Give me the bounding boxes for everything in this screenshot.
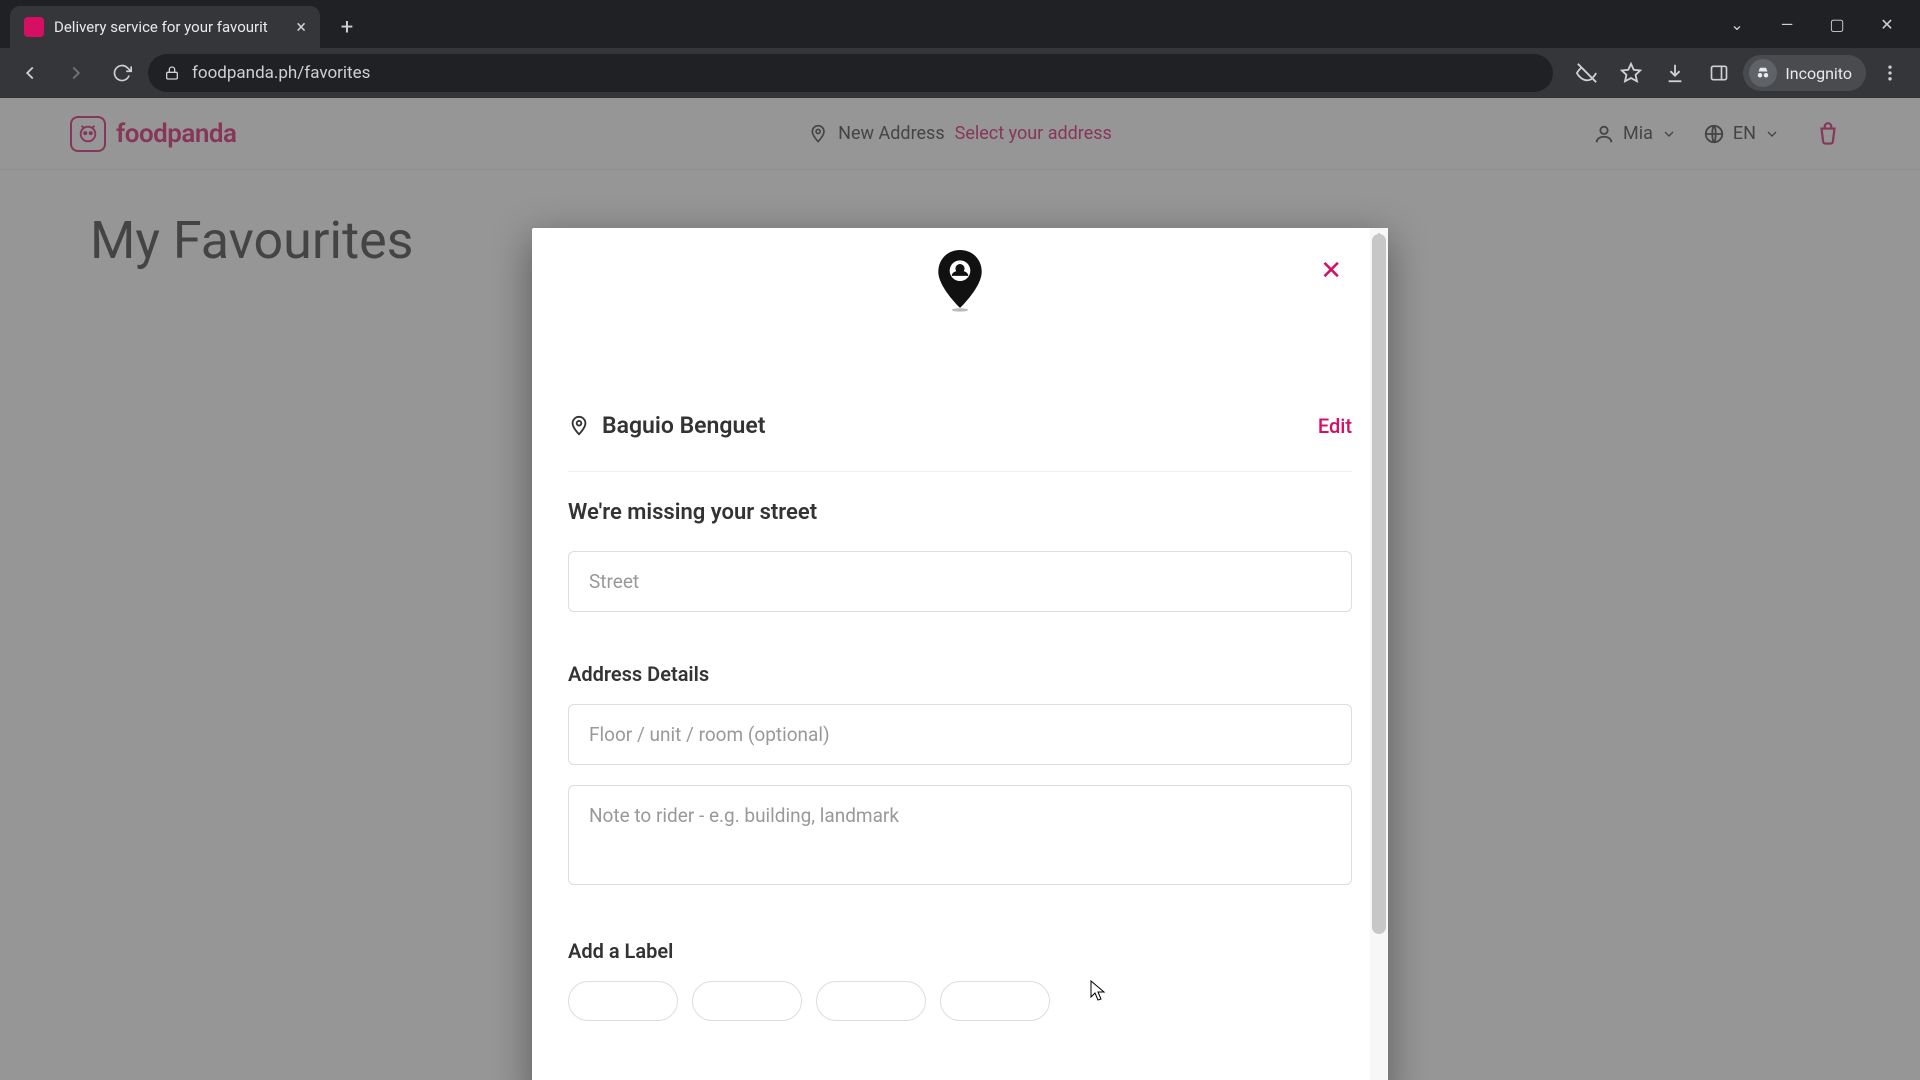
new-tab-button[interactable]: + (330, 10, 364, 44)
label-chip-row (568, 981, 1352, 1021)
incognito-chip[interactable]: Incognito (1743, 55, 1866, 91)
modal-close-button[interactable]: ✕ (1320, 256, 1342, 286)
lock-icon (164, 65, 180, 81)
nav-back-icon[interactable] (10, 53, 50, 93)
browser-tab[interactable]: Delivery service for your favourit × (10, 6, 320, 48)
window-minimize-icon[interactable]: ― (1762, 4, 1812, 44)
incognito-icon (1749, 59, 1777, 87)
download-icon[interactable] (1655, 53, 1695, 93)
address-modal: ✕ Baguio Benguet Edit (532, 228, 1388, 1080)
browser-menu-icon[interactable] (1870, 53, 1910, 93)
window-close-icon[interactable]: ✕ (1862, 4, 1912, 44)
scroll-thumb[interactable] (1372, 234, 1386, 934)
tab-close-icon[interactable]: × (296, 17, 306, 38)
tab-favicon (24, 17, 44, 37)
address-bar[interactable]: foodpanda.ph/favorites (148, 54, 1553, 92)
incognito-label: Incognito (1785, 64, 1852, 83)
modal-scrollbar[interactable]: ▴ ▾ (1370, 228, 1388, 1080)
floor-unit-input[interactable] (568, 704, 1352, 765)
tab-title: Delivery service for your favourit (54, 18, 286, 36)
browser-toolbar: foodpanda.ph/favorites Incognito (0, 48, 1920, 98)
add-label-heading: Add a Label (568, 939, 1352, 963)
address-url: foodpanda.ph/favorites (192, 63, 1537, 83)
bookmark-star-icon[interactable] (1611, 53, 1651, 93)
sidepanel-icon[interactable] (1699, 53, 1739, 93)
nav-forward-icon[interactable] (56, 53, 96, 93)
label-chip[interactable] (568, 981, 678, 1021)
tab-search-icon[interactable]: ⌄ (1712, 4, 1762, 44)
modal-map[interactable] (568, 246, 1352, 406)
label-chip[interactable] (940, 981, 1050, 1021)
browser-tab-bar: Delivery service for your favourit × + ⌄… (0, 0, 1920, 48)
street-input[interactable] (568, 551, 1352, 612)
location-pin-icon (568, 415, 590, 437)
address-details-heading: Address Details (568, 662, 1352, 686)
label-chip[interactable] (816, 981, 926, 1021)
eye-off-icon[interactable] (1567, 53, 1607, 93)
missing-street-heading: We're missing your street (568, 500, 1352, 525)
map-pin-icon (935, 250, 985, 312)
window-controls: ⌄ ― ▢ ✕ (1712, 0, 1920, 48)
note-to-rider-input[interactable] (568, 785, 1352, 885)
edit-address-link[interactable]: Edit (1318, 414, 1352, 438)
label-chip[interactable] (692, 981, 802, 1021)
modal-location: Baguio Benguet (602, 412, 765, 439)
window-maximize-icon[interactable]: ▢ (1812, 4, 1862, 44)
nav-reload-icon[interactable] (102, 53, 142, 93)
